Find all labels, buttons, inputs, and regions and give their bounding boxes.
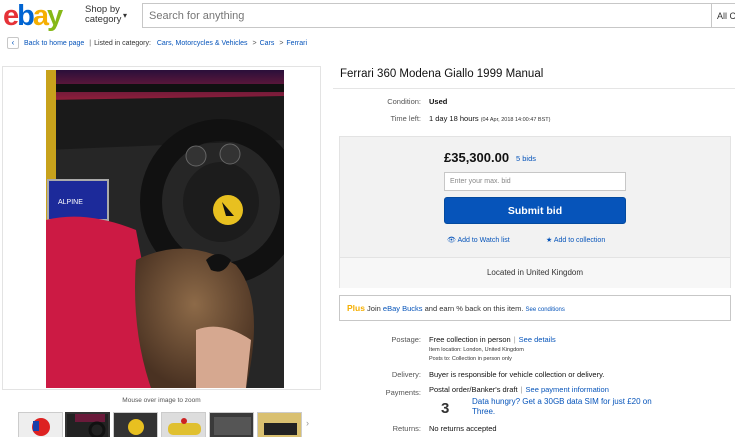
main-image-frame[interactable]: ALPINE xyxy=(2,66,321,390)
thumbnail[interactable] xyxy=(18,412,63,437)
breadcrumb-item-ferrari[interactable]: Ferrari xyxy=(286,40,307,47)
thumbnail-strip: › xyxy=(10,412,325,437)
delivery-value: Buyer is responsible for vehicle collect… xyxy=(429,370,605,379)
site-header: ebay Shop by category ▾ Search for anyth… xyxy=(0,0,735,32)
delivery-label: Delivery: xyxy=(391,370,421,379)
thumbnail-image xyxy=(114,413,157,437)
breadcrumb-separator: | xyxy=(89,40,92,47)
condition-value: Used xyxy=(429,97,447,106)
max-bid-placeholder: Enter your max. bid xyxy=(450,178,511,185)
posts-to: Posts to: Collection in person only xyxy=(429,356,512,362)
current-price: £35,300.00 xyxy=(444,150,510,165)
thumbnail-image xyxy=(162,413,205,437)
category-select[interactable]: All C xyxy=(711,3,735,28)
payments-value-text: Postal order/Banker's draft xyxy=(429,385,518,394)
zoom-hint: Mouse over image to zoom xyxy=(122,397,201,404)
watch-label: Add to Watch list xyxy=(457,237,510,244)
returns-label: Returns: xyxy=(392,424,421,433)
thumbnail[interactable] xyxy=(113,412,158,437)
search-input[interactable]: Search for anything xyxy=(142,3,712,28)
chevron-down-icon: ▾ xyxy=(123,11,128,20)
earn-text: and earn % back on this item. xyxy=(424,304,524,313)
thumbnail-image xyxy=(210,413,253,437)
title-divider xyxy=(333,88,735,89)
thumbnail[interactable] xyxy=(257,412,302,437)
join-text: Join xyxy=(367,304,381,313)
thumbnail-image xyxy=(19,413,62,437)
separator: | xyxy=(513,335,516,344)
breadcrumb-divider: > xyxy=(252,40,257,47)
logo-letter-y: y xyxy=(47,0,63,32)
ebay-plus-bar: Plus Join eBay Bucks and earn % back on … xyxy=(339,295,731,321)
back-to-home-link[interactable]: Back to home page xyxy=(24,40,84,47)
bid-box: £35,300.00 5 bids Enter your max. bid Su… xyxy=(339,136,731,288)
listing-title: Ferrari 360 Modena Giallo 1999 Manual xyxy=(340,68,544,80)
star-icon: ★ xyxy=(546,237,553,244)
condition-label: Condition: xyxy=(387,97,421,106)
breadcrumb-item-cars[interactable]: Cars xyxy=(260,40,275,47)
shop-by-line2: category xyxy=(85,14,122,25)
thumbnail[interactable] xyxy=(161,412,206,437)
see-payment-link[interactable]: See payment information xyxy=(526,385,609,394)
shop-by-category-button[interactable]: Shop by category ▾ xyxy=(85,5,127,25)
add-to-watch-list-link[interactable]: 👁 Add to Watch list xyxy=(447,236,510,244)
postage-label: Postage: xyxy=(391,335,421,344)
listing-photo[interactable]: ALPINE xyxy=(46,70,284,388)
breadcrumb-divider: > xyxy=(279,40,284,47)
logo-letter-a: a xyxy=(32,0,49,32)
breadcrumb: ‹ Back to home page | Listed in category: … xyxy=(7,37,307,51)
time-left-text: 1 day 18 hours xyxy=(429,114,479,123)
breadcrumb-item-cars-motorcycles[interactable]: Cars, Motorcycles & Vehicles xyxy=(157,40,248,47)
thumbnail-image xyxy=(258,413,301,437)
item-location: Item location: London, United Kingdom xyxy=(429,347,524,353)
listed-in-label: Listed in category: xyxy=(94,40,151,47)
thumbnail[interactable] xyxy=(209,412,254,437)
chevron-right-icon[interactable]: › xyxy=(306,418,309,428)
time-left-value: 1 day 18 hours (04 Apr, 2018 14:00:47 BS… xyxy=(429,114,550,123)
thumbnail-image xyxy=(67,414,108,437)
collection-label: Add to collection xyxy=(553,237,606,244)
add-to-collection-link[interactable]: ★ Add to collection xyxy=(546,236,605,244)
postage-value: Free collection in person | See details xyxy=(429,335,556,344)
returns-value: No returns accepted xyxy=(429,424,497,433)
thumbnail-selected[interactable] xyxy=(65,412,110,437)
postage-value-text: Free collection in person xyxy=(429,335,511,344)
see-conditions-link[interactable]: See conditions xyxy=(526,307,565,313)
payments-value: Postal order/Banker's draft | See payment … xyxy=(429,385,609,394)
bid-count-link[interactable]: 5 bids xyxy=(516,154,536,163)
plus-label: Plus xyxy=(347,303,365,313)
three-data-promo-link[interactable]: Data hungry? Get a 30GB data SIM for jus… xyxy=(472,397,672,417)
payments-label: Payments: xyxy=(385,388,421,397)
submit-bid-button[interactable]: Submit bid xyxy=(444,197,626,224)
logo-letter-e: e xyxy=(3,0,19,32)
chevron-left-icon[interactable]: ‹ xyxy=(7,37,19,50)
car-interior-photo: ALPINE xyxy=(46,70,284,388)
ebay-bucks-link[interactable]: eBay Bucks xyxy=(383,304,423,313)
see-details-link[interactable]: See details xyxy=(519,335,556,344)
eye-icon: 👁 xyxy=(447,237,456,244)
three-network-logo-icon: 3 xyxy=(441,400,450,417)
time-left-detail: (04 Apr, 2018 14:00:47 BST) xyxy=(480,117,551,123)
alpine-screen-text: ALPINE xyxy=(58,199,83,206)
search-placeholder: Search for anything xyxy=(149,10,245,22)
item-location-banner: Located in United Kingdom xyxy=(340,257,730,288)
ebay-logo[interactable]: ebay xyxy=(3,0,63,32)
time-left-label: Time left: xyxy=(390,114,421,123)
separator: | xyxy=(520,385,523,394)
max-bid-input[interactable]: Enter your max. bid xyxy=(444,172,626,191)
logo-letter-b: b xyxy=(17,0,35,32)
condition-value-text: Used xyxy=(429,97,448,106)
